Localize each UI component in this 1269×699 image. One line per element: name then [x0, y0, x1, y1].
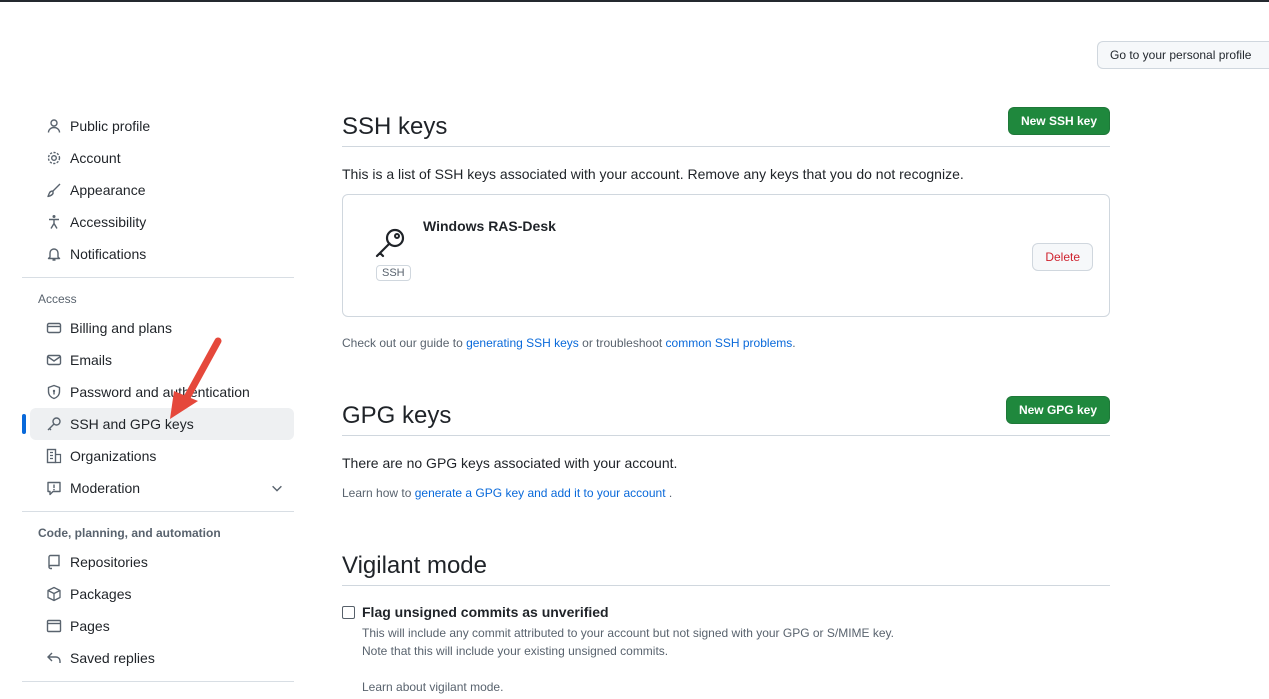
- gear-icon: [46, 150, 62, 166]
- active-indicator: [22, 414, 26, 434]
- paintbrush-icon: [46, 182, 62, 198]
- gpg-learn-text: Learn how to generate a GPG key and add …: [342, 486, 672, 500]
- flag-unsigned-label[interactable]: Flag unsigned commits as unverified: [362, 604, 609, 620]
- sidebar-item-label: Pages: [70, 618, 110, 634]
- sidebar-item-label: Packages: [70, 586, 132, 602]
- vigilant-note-1: This will include any commit attributed …: [362, 626, 895, 640]
- repo-icon: [46, 554, 62, 570]
- sidebar-item-moderation[interactable]: Moderation: [30, 472, 294, 504]
- sidebar-item-notifications[interactable]: Notifications: [30, 238, 294, 270]
- person-icon: [46, 118, 62, 134]
- gpg-description: There are no GPG keys associated with yo…: [342, 455, 678, 471]
- sidebar-item-saved-replies[interactable]: Saved replies: [30, 642, 294, 674]
- sidebar-item-label: Public profile: [70, 118, 151, 134]
- gpg-section-header: GPG keys New GPG key: [342, 396, 1110, 436]
- accessibility-icon: [46, 214, 62, 230]
- generating-ssh-keys-link[interactable]: generating SSH keys: [466, 336, 579, 350]
- new-gpg-key-button[interactable]: New GPG key: [1005, 396, 1110, 424]
- guide-suffix: .: [792, 336, 796, 350]
- mail-icon: [46, 352, 62, 368]
- sidebar-item-billing[interactable]: Billing and plans: [30, 312, 294, 344]
- sidebar-item-label: SSH and GPG keys: [70, 416, 194, 432]
- ssh-guide-text: Check out our guide to generating SSH ke…: [342, 336, 796, 350]
- sidebar-item-accessibility[interactable]: Accessibility: [30, 206, 294, 238]
- sidebar-item-label: Saved replies: [70, 650, 155, 666]
- sidebar-item-appearance[interactable]: Appearance: [30, 174, 294, 206]
- ssh-badge: SSH: [376, 265, 411, 281]
- shield-lock-icon: [46, 384, 62, 400]
- sidebar-divider: [22, 277, 294, 278]
- sidebar-item-packages[interactable]: Packages: [30, 578, 294, 610]
- key-icon: [375, 228, 405, 258]
- browser-icon: [46, 618, 62, 634]
- sidebar-item-label: Password and authentication: [70, 384, 250, 400]
- sidebar-item-label: Account: [70, 150, 121, 166]
- package-icon: [46, 586, 62, 602]
- vigilant-section-header: Vigilant mode: [342, 546, 1110, 586]
- ssh-description: This is a list of SSH keys associated wi…: [342, 166, 964, 182]
- sidebar-item-label: Appearance: [70, 182, 146, 198]
- sidebar-item-ssh-gpg-keys[interactable]: SSH and GPG keys: [22, 408, 294, 440]
- generate-gpg-key-link[interactable]: generate a GPG key and add it to your ac…: [415, 486, 666, 500]
- ssh-section-header: SSH keys New SSH key: [342, 107, 1110, 147]
- guide-prefix: Check out our guide to: [342, 336, 467, 350]
- learn-suffix: .: [665, 486, 673, 500]
- sidebar-item-emails[interactable]: Emails: [30, 344, 294, 376]
- sidebar-item-pages[interactable]: Pages: [30, 610, 294, 642]
- sidebar-item-label: Notifications: [70, 246, 147, 262]
- sidebar-item-organizations[interactable]: Organizations: [30, 440, 294, 472]
- reply-icon: [46, 650, 62, 666]
- sidebar-item-label: Accessibility: [70, 214, 147, 230]
- credit-card-icon: [46, 320, 62, 336]
- sidebar-item-repositories[interactable]: Repositories: [30, 546, 294, 578]
- flag-unsigned-checkbox[interactable]: [342, 606, 355, 619]
- report-icon: [46, 480, 62, 496]
- sidebar-divider: [22, 681, 294, 682]
- learn-vigilant-mode-link[interactable]: Learn about vigilant mode.: [362, 680, 503, 694]
- bell-icon: [46, 246, 62, 262]
- vigilant-note-2: Note that this will include your existin…: [362, 644, 669, 658]
- gpg-title: GPG keys: [342, 402, 452, 429]
- chevron-down-icon[interactable]: [270, 481, 284, 495]
- settings-sidebar: Public profile Account Appearance Access…: [22, 110, 294, 690]
- learn-prefix: Learn how to: [342, 486, 415, 500]
- sidebar-item-label: Emails: [70, 352, 113, 368]
- sidebar-item-public-profile[interactable]: Public profile: [30, 110, 294, 142]
- sidebar-divider: [22, 511, 294, 512]
- vigilant-title: Vigilant mode: [342, 552, 487, 579]
- delete-key-button[interactable]: Delete: [1032, 243, 1093, 271]
- ssh-title: SSH keys: [342, 113, 448, 140]
- top-border: [0, 0, 1269, 2]
- sidebar-item-label: Billing and plans: [70, 320, 172, 336]
- sidebar-item-account[interactable]: Account: [30, 142, 294, 174]
- ssh-key-name: Windows RAS-Desk: [423, 218, 556, 234]
- new-ssh-key-button[interactable]: New SSH key: [1007, 107, 1110, 135]
- sidebar-item-label: Repositories: [70, 554, 148, 570]
- ssh-key-card: SSH Windows RAS-Desk Delete: [342, 194, 1110, 317]
- organization-icon: [46, 448, 62, 464]
- guide-middle: or troubleshoot: [578, 336, 666, 350]
- access-group-title: Access: [38, 292, 77, 306]
- common-ssh-problems-link[interactable]: common SSH problems: [666, 336, 793, 350]
- sidebar-item-label: Organizations: [70, 448, 157, 464]
- sidebar-item-password[interactable]: Password and authentication: [30, 376, 294, 408]
- go-to-profile-button[interactable]: Go to your personal profile: [1097, 41, 1269, 69]
- key-icon: [46, 416, 62, 432]
- code-group-title: Code, planning, and automation: [38, 526, 221, 540]
- sidebar-item-label: Moderation: [70, 480, 141, 496]
